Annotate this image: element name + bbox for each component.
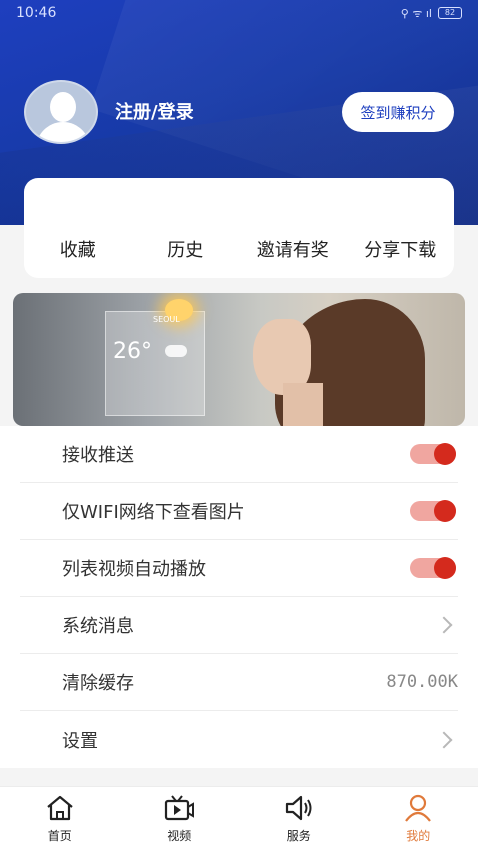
cloud-icon <box>165 345 187 357</box>
avatar-head <box>50 92 76 122</box>
toggle-knob <box>434 443 456 465</box>
battery-icon: 82 <box>438 7 462 19</box>
home-icon <box>47 795 73 821</box>
weather-city: SEOUL <box>153 315 180 324</box>
autoplay-toggle[interactable] <box>410 557 456 579</box>
push-label: 接收推送 <box>62 445 134 466</box>
user-icon <box>405 794 432 822</box>
toggle-knob <box>434 500 456 522</box>
tab-mine-label: 我的 <box>406 829 431 843</box>
status-bar: 10:46 ⚲ ᯤ ıl 82 <box>0 0 478 26</box>
settings-label: 设置 <box>62 730 98 752</box>
avatar-body <box>36 122 90 142</box>
settings-row-settings[interactable]: 设置 <box>20 711 458 768</box>
settings-row-wifi-images: 仅WIFI网络下查看图片 <box>20 483 458 540</box>
tab-home[interactable]: 首页 <box>0 787 120 850</box>
wifi-images-toggle[interactable] <box>410 500 456 522</box>
video-icon <box>165 795 195 821</box>
settings-list: 接收推送 仅WIFI网络下查看图片 列表视频自动播放 系统消息 清除缓存 870… <box>0 426 478 768</box>
settings-row-autoplay: 列表视频自动播放 <box>20 540 458 597</box>
tab-video-label: 视频 <box>167 829 192 843</box>
login-link[interactable]: 注册/登录 <box>115 98 194 124</box>
chevron-right-icon <box>435 616 453 634</box>
banner-image[interactable]: SEOUL 26° <box>13 293 465 426</box>
bottom-tab-bar: 首页 视频 服务 我的 <box>0 786 478 850</box>
signin-points-button[interactable]: 签到赚积分 <box>342 92 454 132</box>
quick-item-invite[interactable]: 邀请有奖 <box>239 236 347 262</box>
speaker-icon <box>285 795 312 821</box>
push-toggle[interactable] <box>410 443 456 465</box>
messages-label: 系统消息 <box>62 616 134 637</box>
banner-person-neck <box>283 383 323 426</box>
tab-video[interactable]: 视频 <box>120 787 240 850</box>
wifi-images-label: 仅WIFI网络下查看图片 <box>62 502 245 523</box>
tab-service[interactable]: 服务 <box>239 787 359 850</box>
tab-service-label: 服务 <box>286 829 311 843</box>
chevron-right-icon <box>435 731 453 748</box>
autoplay-label: 列表视频自动播放 <box>62 559 206 580</box>
settings-row-cache[interactable]: 清除缓存 870.00K <box>20 654 458 711</box>
cache-label: 清除缓存 <box>62 673 134 694</box>
tab-mine[interactable]: 我的 <box>359 787 478 850</box>
quick-item-share[interactable]: 分享下载 <box>347 236 455 262</box>
signal-icon: ⚲ ᯤ ıl <box>400 6 432 20</box>
avatar[interactable] <box>24 80 98 144</box>
settings-row-push: 接收推送 <box>20 426 458 483</box>
quick-actions-card: 收藏 历史 邀请有奖 分享下载 <box>24 178 454 278</box>
weather-temperature: 26° <box>113 339 152 364</box>
status-icons: ⚲ ᯤ ıl 82 <box>401 6 462 21</box>
quick-item-favorites[interactable]: 收藏 <box>24 236 132 262</box>
toggle-knob <box>434 557 456 579</box>
settings-row-messages[interactable]: 系统消息 <box>20 597 458 654</box>
quick-item-history[interactable]: 历史 <box>132 236 240 262</box>
tab-home-label: 首页 <box>47 829 72 843</box>
status-time: 10:46 <box>16 5 57 21</box>
cache-size-value: 870.00K <box>386 672 458 692</box>
